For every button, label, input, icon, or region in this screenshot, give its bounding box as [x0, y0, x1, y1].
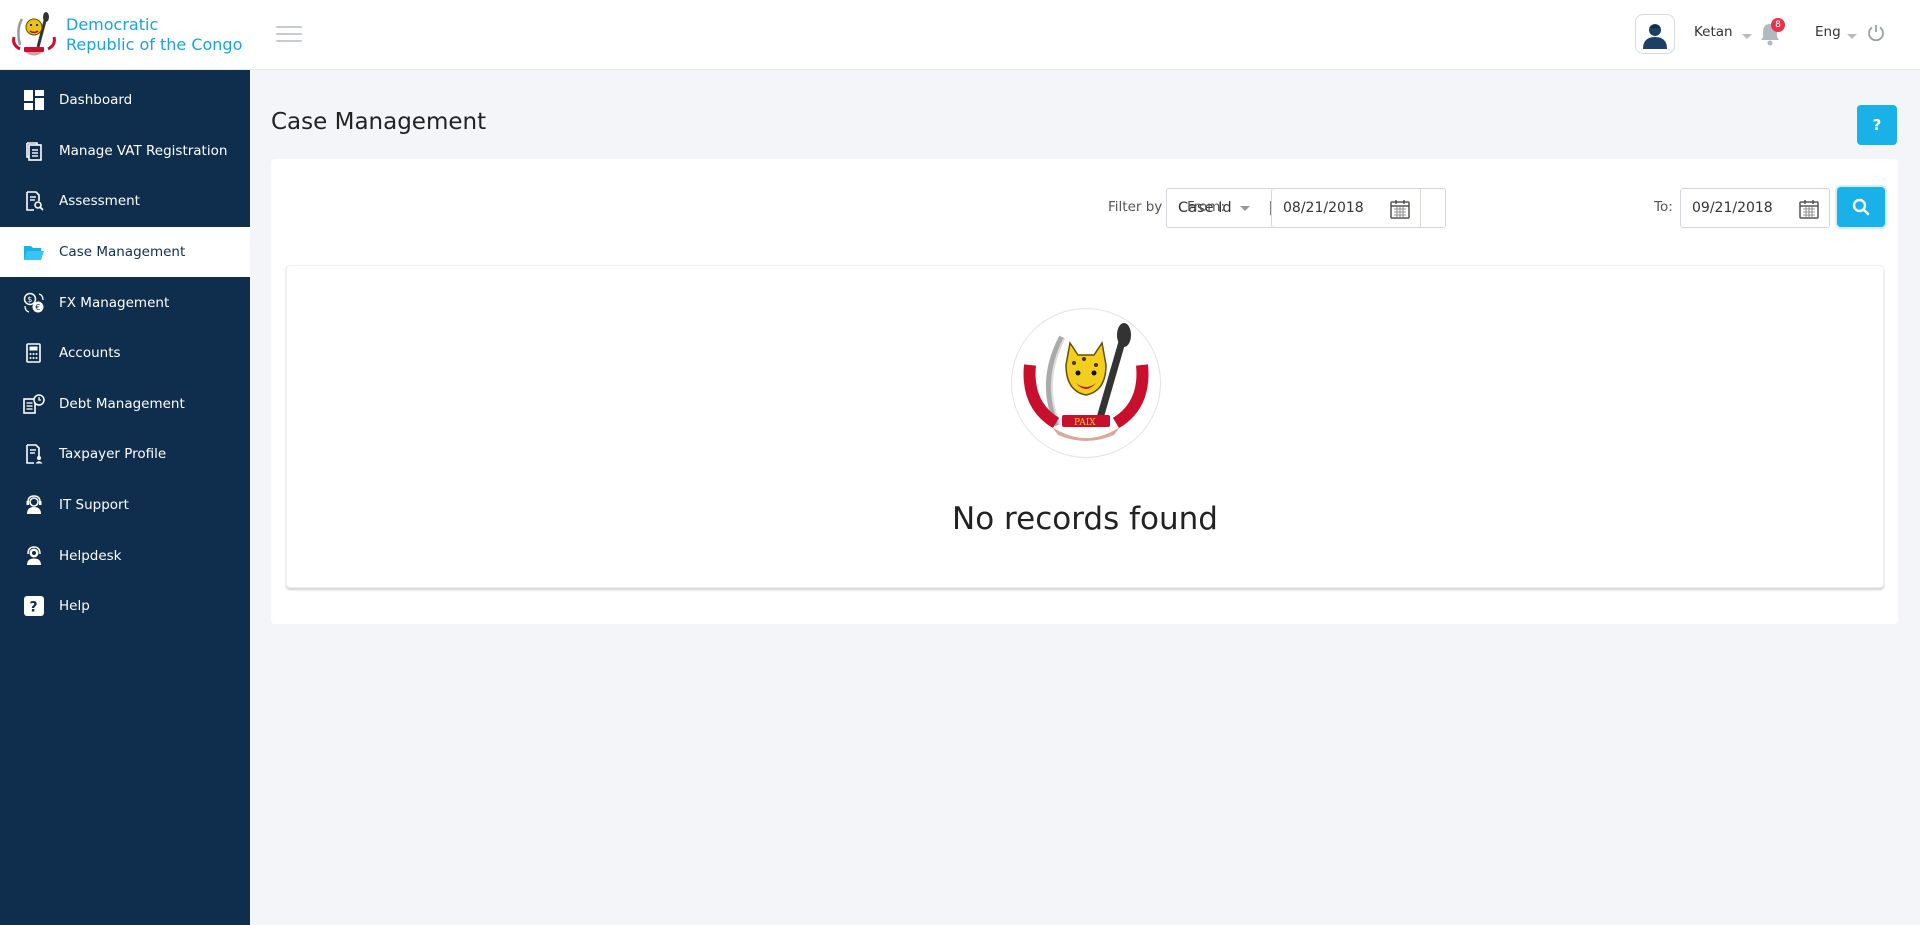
coat-of-arms-icon [12, 11, 56, 55]
sidebar-item-helpdesk[interactable]: Helpdesk [0, 530, 250, 581]
sidebar-item-label: Help [59, 598, 90, 615]
calculator-icon [22, 341, 46, 365]
sidebar-item-taxpayer-profile[interactable]: Taxpayer Profile [0, 429, 250, 480]
svg-text:PAIX: PAIX [1074, 418, 1096, 428]
search-icon [1852, 198, 1870, 216]
empty-state-message: No records found [952, 501, 1218, 537]
sidebar-item-accounts[interactable]: Accounts [0, 328, 250, 379]
dashboard-icon [22, 88, 46, 112]
brand[interactable]: Democratic Republic of the Congo [0, 0, 250, 70]
user-menu-chevron-down-icon[interactable] [1742, 34, 1752, 39]
empty-state-emblem: PAIX [1011, 308, 1161, 458]
brand-line-1: Democratic [66, 14, 159, 34]
brand-line-2: Republic of the Congo [66, 34, 243, 54]
case-panel: Filter by Case Id | From: 08/21/2018 To:… [271, 159, 1898, 624]
currency-exchange-icon: $ € [22, 291, 46, 315]
brand-name: Democratic Republic of the Congo [66, 15, 242, 55]
sidebar-item-label: Taxpayer Profile [59, 446, 167, 463]
document-search-icon [22, 189, 46, 213]
avatar[interactable] [1635, 14, 1675, 54]
page-title: Case Management [271, 109, 487, 135]
sidebar-item-assessment[interactable]: Assessment [0, 176, 250, 227]
headset-icon [22, 544, 46, 568]
support-agent-icon [22, 493, 46, 517]
from-date-label: From: [1187, 199, 1225, 215]
sidebar-item-label: Accounts [59, 345, 121, 362]
sidebar-item-label: Debt Management [59, 395, 185, 412]
svg-text:$: $ [27, 295, 32, 304]
sidebar-item-help[interactable]: ? Help [0, 581, 250, 632]
filter-label: Filter by [1108, 199, 1163, 215]
language-chevron-down-icon[interactable] [1847, 34, 1857, 39]
language-selector[interactable]: Eng [1815, 24, 1841, 40]
calendar-icon[interactable] [1390, 199, 1410, 219]
sidebar-item-label: Assessment [59, 193, 140, 210]
user-name[interactable]: Ketan [1694, 24, 1733, 40]
profile-document-icon [22, 442, 46, 466]
from-date-value: 08/21/2018 [1283, 200, 1364, 216]
from-date-field[interactable]: 08/21/2018 [1271, 188, 1421, 228]
chevron-down-icon [1239, 205, 1250, 211]
svg-text:€: € [35, 303, 40, 312]
sidebar-item-it-support[interactable]: IT Support [0, 480, 250, 531]
documents-icon [22, 139, 46, 163]
menu-toggle-icon[interactable] [276, 26, 302, 46]
sidebar-item-label: FX Management [59, 294, 170, 311]
results-card: PAIX No records found [286, 265, 1884, 588]
sidebar-item-manage-vat-registration[interactable]: Manage VAT Registration [0, 126, 250, 177]
question-icon: ? [22, 594, 46, 618]
notification-badge: 8 [1771, 18, 1785, 32]
sidebar-item-case-management[interactable]: Case Management [0, 226, 250, 278]
sidebar-item-label: Manage VAT Registration [59, 142, 228, 159]
top-bar: Ketan 8 Eng [250, 0, 1920, 70]
coat-of-arms-icon: PAIX [1023, 323, 1149, 441]
calendar-icon[interactable] [1799, 199, 1819, 219]
help-button[interactable]: ? [1857, 105, 1897, 145]
to-date-label: To: [1654, 199, 1673, 215]
svg-text:?: ? [30, 600, 38, 616]
sidebar-item-label: Case Management [59, 244, 186, 261]
to-date-field[interactable]: 09/21/2018 [1680, 188, 1830, 228]
sidebar-item-label: IT Support [59, 497, 129, 514]
debt-clock-icon [22, 392, 46, 416]
sidebar-item-debt-management[interactable]: Debt Management [0, 379, 250, 430]
sidebar-item-label: Dashboard [59, 92, 133, 109]
power-icon[interactable] [1867, 24, 1885, 42]
sidebar-item-fx-management[interactable]: $ € FX Management [0, 277, 250, 328]
search-button[interactable] [1837, 187, 1885, 227]
sidebar-item-dashboard[interactable]: Dashboard [0, 75, 250, 126]
sidebar: Democratic Republic of the Congo Dashboa… [0, 0, 250, 925]
to-date-value: 09/21/2018 [1692, 200, 1773, 216]
sidebar-nav: Dashboard Manage VAT Registration Assess… [0, 75, 250, 632]
sidebar-item-label: Helpdesk [59, 547, 122, 564]
folder-icon [22, 240, 46, 264]
user-icon [1643, 24, 1667, 49]
